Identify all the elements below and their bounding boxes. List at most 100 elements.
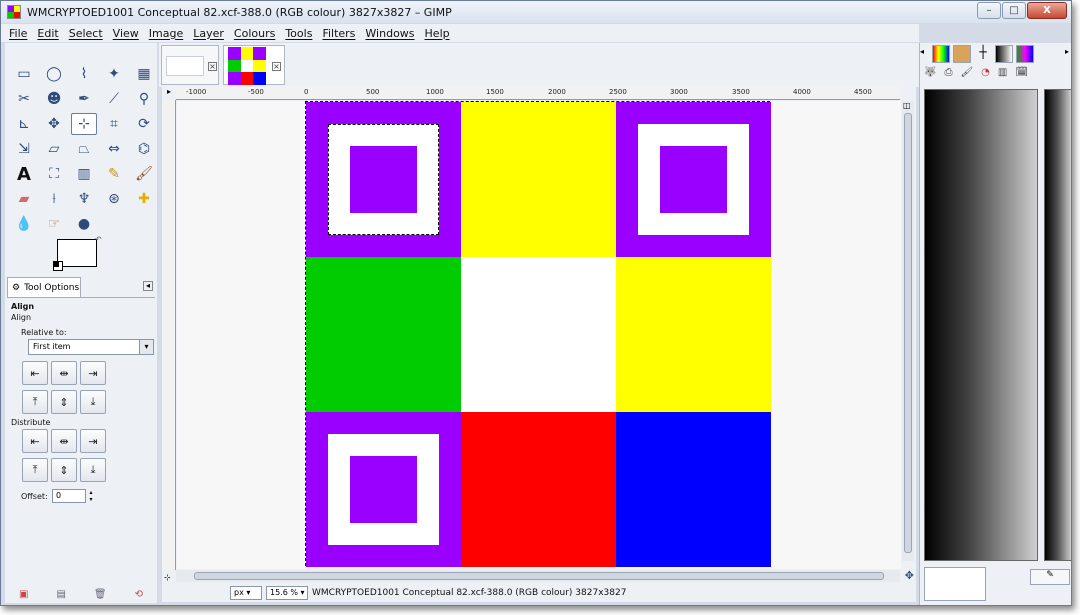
- scroll-right-icon[interactable]: ▸: [1065, 47, 1069, 56]
- horizontal-ruler[interactable]: -1000 -500 0 500 1000 1500 2000 2500 300…: [176, 87, 900, 100]
- maximize-button[interactable]: □: [1002, 2, 1026, 19]
- horizontal-scrollbar[interactable]: [176, 570, 900, 582]
- bucket-fill-tool-icon[interactable]: ⛶: [41, 163, 67, 185]
- offset-input[interactable]: 0: [52, 489, 86, 503]
- water-icon[interactable]: 🗓: [1015, 67, 1028, 78]
- distribute-middle-button[interactable]: ⇕: [51, 458, 77, 482]
- reset-options-icon[interactable]: ⟲: [135, 589, 143, 600]
- image-viewport[interactable]: [177, 101, 901, 569]
- ink-tool-icon[interactable]: ♆: [71, 188, 97, 210]
- close-tab-icon[interactable]: ×: [208, 62, 217, 71]
- zoom-tool-icon[interactable]: ⚲: [131, 88, 157, 110]
- shear-tool-icon[interactable]: ▱: [41, 138, 67, 160]
- crop-tool-icon[interactable]: ⌗: [101, 113, 127, 135]
- brush-icon[interactable]: 🖌: [960, 67, 973, 78]
- menu-windows[interactable]: Windows: [365, 27, 414, 40]
- default-colors-icon[interactable]: [53, 261, 63, 271]
- minimize-button[interactable]: –: [977, 2, 1001, 19]
- image-tab-2[interactable]: ×: [223, 45, 285, 85]
- dock-preview-box[interactable]: [924, 567, 986, 601]
- distribute-top-button[interactable]: ⤒: [22, 458, 48, 482]
- pattern-tab-icon[interactable]: [953, 45, 971, 63]
- airbrush-tool-icon[interactable]: ⟊: [41, 188, 67, 210]
- align-bottom-button[interactable]: ⤓: [80, 390, 106, 414]
- ellipse-select-tool-icon[interactable]: ◯: [41, 63, 67, 85]
- menu-view[interactable]: View: [113, 27, 139, 40]
- image-canvas[interactable]: [305, 101, 771, 567]
- gradient-preview[interactable]: [924, 89, 1038, 561]
- vertical-scrollbar-thumb[interactable]: [904, 113, 912, 553]
- edit-button[interactable]: ✎: [1030, 569, 1070, 585]
- fg-bg-color-swatch[interactable]: ↶: [53, 235, 102, 273]
- eraser-tool-icon[interactable]: ▰: [11, 188, 37, 210]
- distribute-left-button[interactable]: ⇤: [22, 429, 48, 453]
- blend-tool-icon[interactable]: ▥: [71, 163, 97, 185]
- align-middle-button[interactable]: ⇕: [51, 390, 77, 414]
- menu-filters[interactable]: Filters: [322, 27, 355, 40]
- measure-tool-icon[interactable]: ⊾: [11, 113, 37, 135]
- smudge-tool-icon[interactable]: ☞: [41, 213, 67, 235]
- align-tool-icon[interactable]: ⊹: [71, 113, 97, 135]
- menu-select[interactable]: Select: [69, 27, 103, 40]
- horizontal-scrollbar-thumb[interactable]: [194, 572, 884, 580]
- menu-tools[interactable]: Tools: [285, 27, 312, 40]
- menu-edit[interactable]: Edit: [37, 27, 58, 40]
- pointer-info-icon[interactable]: ⊹: [164, 573, 171, 582]
- gradient-tab-icon[interactable]: [995, 45, 1013, 63]
- distribute-right-button[interactable]: ⇥: [80, 429, 106, 453]
- quick-mask-icon[interactable]: ▸: [162, 87, 176, 100]
- swap-colors-icon[interactable]: ↶: [95, 235, 102, 244]
- gradient-preview-secondary[interactable]: [1044, 89, 1071, 561]
- color-picker-tool-icon[interactable]: ⟋: [101, 88, 127, 110]
- navigate-icon[interactable]: ✥: [905, 569, 914, 582]
- heal-tool-icon[interactable]: ✚: [131, 188, 157, 210]
- menu-layer[interactable]: Layer: [193, 27, 224, 40]
- close-tab-icon[interactable]: ×: [272, 62, 281, 71]
- rotate-tool-icon[interactable]: ⟳: [131, 113, 157, 135]
- fuzzy-select-tool-icon[interactable]: ✦: [101, 63, 127, 85]
- by-color-select-tool-icon[interactable]: ▦: [131, 63, 157, 85]
- palette-icon[interactable]: ▥: [998, 67, 1007, 78]
- rect-select-tool-icon[interactable]: ▭: [11, 63, 37, 85]
- menu-image[interactable]: Image: [149, 27, 183, 40]
- scale-tool-icon[interactable]: ⇲: [11, 138, 37, 160]
- vertical-scrollbar[interactable]: ◫: [902, 101, 914, 561]
- move-tool-icon[interactable]: ✥: [41, 113, 67, 135]
- cage-transform-tool-icon[interactable]: ⌬: [131, 138, 157, 160]
- paintbrush-tool-icon[interactable]: 🖌: [131, 163, 157, 185]
- align-top-button[interactable]: ⤒: [22, 390, 48, 414]
- paths-tool-icon[interactable]: ✒: [71, 88, 97, 110]
- dodge-burn-tool-icon[interactable]: ●: [71, 213, 97, 235]
- brush-tab-icon[interactable]: ┼: [974, 45, 992, 63]
- unit-select[interactable]: px ▾: [230, 586, 262, 600]
- restore-options-icon[interactable]: ▤: [56, 589, 65, 600]
- gimp-icon[interactable]: 🐺: [924, 67, 936, 78]
- align-center-button[interactable]: ⇹: [51, 361, 77, 385]
- flip-tool-icon[interactable]: ⇔: [101, 138, 127, 160]
- pencil-tool-icon[interactable]: ✎: [101, 163, 127, 185]
- delete-options-icon[interactable]: 🗑: [94, 589, 107, 600]
- distribute-bottom-button[interactable]: ⤓: [80, 458, 106, 482]
- scroll-left-icon[interactable]: ◂: [920, 47, 924, 56]
- align-right-button[interactable]: ⇥: [80, 361, 106, 385]
- zoom-fit-icon[interactable]: ◫: [903, 101, 911, 110]
- zoom-select[interactable]: 15.6 % ▾: [266, 586, 308, 600]
- menu-colours[interactable]: Colours: [234, 27, 275, 40]
- panel-menu-icon[interactable]: ◂: [143, 281, 153, 291]
- offset-stepper[interactable]: ▴ ▾: [87, 489, 95, 503]
- image-tab-1[interactable]: ×: [161, 45, 219, 85]
- save-options-icon[interactable]: ▣: [19, 589, 28, 600]
- color-wheel-icon[interactable]: ◔: [981, 67, 990, 78]
- foreground-select-tool-icon[interactable]: ☻: [41, 88, 67, 110]
- tool-options-tab[interactable]: ⚙ Tool Options: [7, 277, 81, 297]
- clone-tool-icon[interactable]: ⊛: [101, 188, 127, 210]
- close-button[interactable]: X: [1027, 2, 1067, 19]
- colors-tab-icon[interactable]: [1016, 45, 1034, 63]
- blur-tool-icon[interactable]: 💧: [11, 213, 37, 235]
- menu-file[interactable]: File: [9, 27, 27, 40]
- free-select-tool-icon[interactable]: ⌇: [71, 63, 97, 85]
- distribute-center-button[interactable]: ⇹: [51, 429, 77, 453]
- foreground-color[interactable]: [57, 239, 97, 267]
- palette-tab-icon[interactable]: [932, 45, 950, 63]
- printer-icon[interactable]: ⎙: [944, 67, 952, 78]
